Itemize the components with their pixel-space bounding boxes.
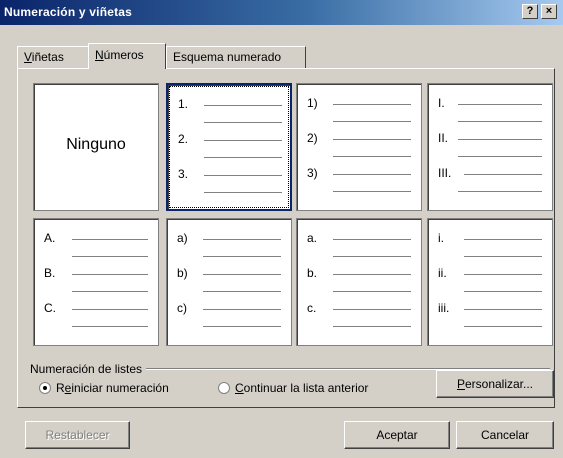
sample-line (333, 256, 411, 257)
continue-list-label[interactable]: Continuar la lista anterior (235, 381, 368, 395)
sample-line (333, 291, 411, 292)
sample-line (204, 140, 282, 141)
sample-line (458, 139, 542, 140)
tab-vinetas-accel: V (24, 50, 32, 64)
dialog: Numeración y viñetas ? × Viñetas Números… (0, 0, 563, 458)
option-roman-upper[interactable]: I. II. III. (427, 83, 553, 211)
sample-line (204, 192, 282, 193)
sample-line (464, 274, 542, 275)
option-none[interactable]: Ninguno (33, 83, 159, 211)
list-mark: 2. (178, 132, 189, 146)
sample-line (464, 309, 542, 310)
sample-line (72, 291, 148, 292)
sample-line (72, 239, 148, 240)
option-numeric-paren[interactable]: 1) 2) 3) (296, 83, 422, 211)
list-mark: I. (438, 96, 445, 110)
restart-numbering-radio[interactable] (39, 382, 51, 394)
tab-numeros[interactable]: Números (88, 43, 166, 69)
sample-line (333, 104, 411, 105)
cancel-button[interactable]: Cancelar (456, 421, 554, 449)
list-mark: III. (438, 166, 452, 180)
sample-line (464, 174, 542, 175)
sample-line (464, 256, 542, 257)
list-mark: i. (438, 231, 444, 245)
restart-numbering-label[interactable]: Reiniciar numeración (56, 381, 169, 395)
list-mark: b) (177, 266, 188, 280)
sample-line (333, 239, 411, 240)
option-alpha-upper[interactable]: A. B. C. (33, 218, 159, 346)
title-bar: Numeración y viñetas ? × (0, 0, 563, 25)
list-mark: 1) (307, 96, 318, 110)
sample-line (464, 291, 542, 292)
list-mark: a) (177, 231, 188, 245)
sample-line (204, 157, 282, 158)
option-roman-lower[interactable]: i. ii. iii. (427, 218, 553, 346)
sample-line (458, 121, 542, 122)
help-button[interactable]: ? (522, 4, 538, 19)
sample-line (333, 309, 411, 310)
sample-line (333, 274, 411, 275)
list-mark: c. (307, 301, 317, 315)
window-title: Numeración y viñetas (4, 5, 133, 19)
sample-line (333, 174, 411, 175)
sample-line (203, 326, 281, 327)
sample-line (458, 191, 542, 192)
sample-line (204, 105, 282, 106)
continue-list-radio[interactable] (218, 382, 230, 394)
list-mark: ii. (438, 266, 447, 280)
sample-line (203, 291, 281, 292)
tab-esquema-label: Esquema numerado (173, 50, 282, 64)
customize-button[interactable]: Personalizar... (436, 370, 554, 398)
option-alpha-lower-period[interactable]: a. b. c. (296, 218, 422, 346)
sample-line (333, 191, 411, 192)
list-mark: iii. (438, 301, 450, 315)
sample-line (72, 256, 148, 257)
help-icon: ? (526, 5, 534, 17)
sample-line (72, 309, 148, 310)
list-mark: 2) (307, 131, 318, 145)
sample-line (333, 326, 411, 327)
ok-button[interactable]: Aceptar (344, 421, 450, 449)
option-none-label: Ninguno (66, 136, 126, 153)
tab-numeros-accel: N (95, 48, 104, 62)
sample-line (333, 121, 411, 122)
list-mark: 3. (178, 167, 189, 181)
list-mark: B. (44, 266, 56, 280)
sample-line (204, 122, 282, 123)
list-mark: c) (177, 301, 187, 315)
sample-line (203, 256, 281, 257)
tab-numeros-label: úmeros (103, 48, 144, 62)
sample-line (203, 274, 281, 275)
close-icon: × (545, 5, 553, 17)
list-mark: A. (44, 231, 56, 245)
reset-button[interactable]: Restablecer (25, 421, 130, 449)
sample-line (458, 156, 542, 157)
list-numbering-label: Numeración de listes (30, 362, 147, 376)
tab-vinetas[interactable]: Viñetas (17, 46, 89, 68)
list-mark: II. (438, 131, 449, 145)
option-alpha-lower-paren[interactable]: a) b) c) (166, 218, 292, 346)
list-mark: b. (307, 266, 318, 280)
sample-line (458, 104, 542, 105)
sample-line (333, 156, 411, 157)
sample-line (72, 274, 148, 275)
sample-line (204, 175, 282, 176)
list-mark: C. (44, 301, 56, 315)
sample-line (333, 139, 411, 140)
sample-line (464, 239, 542, 240)
tab-vinetas-label: iñetas (31, 50, 64, 64)
list-mark: 1. (178, 97, 189, 111)
tab-esquema-numerado[interactable]: Esquema numerado (166, 46, 306, 68)
sample-line (203, 239, 281, 240)
sample-line (203, 309, 281, 310)
close-button[interactable]: × (541, 4, 557, 19)
option-numeric-period[interactable]: 1. 2. 3. (166, 83, 292, 211)
list-mark: a. (307, 231, 318, 245)
sample-line (464, 326, 542, 327)
sample-line (72, 326, 148, 327)
list-mark: 3) (307, 166, 318, 180)
radio-selected-dot (43, 386, 47, 390)
